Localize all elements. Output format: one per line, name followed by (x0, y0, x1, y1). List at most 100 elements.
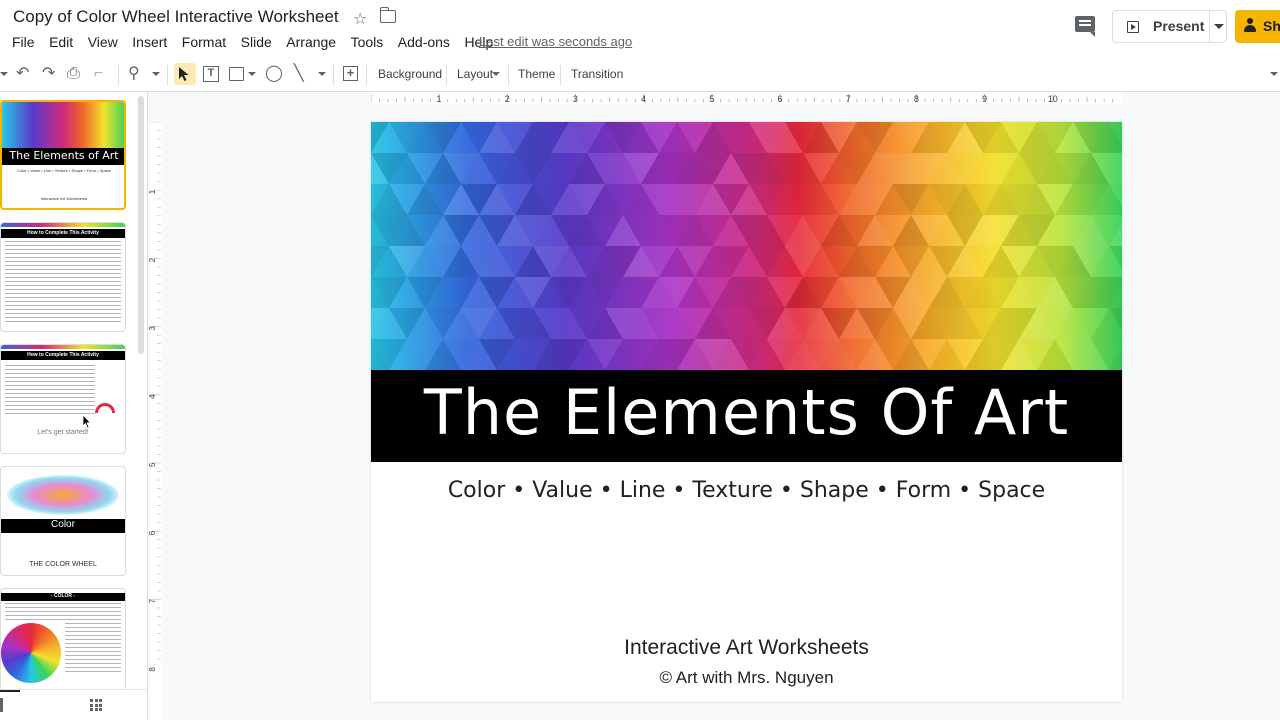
slide-footer-line-1[interactable]: Interactive Art Worksheets (371, 636, 1122, 660)
present-button[interactable]: Present (1112, 10, 1227, 43)
theme-button[interactable]: Theme (518, 67, 555, 81)
comment-history-icon[interactable] (1075, 16, 1095, 37)
background-button[interactable]: Background (378, 67, 442, 81)
toolbar-divider (366, 65, 367, 85)
toolbar-divider (560, 65, 561, 85)
image-icon[interactable] (229, 67, 244, 81)
slide-thumbnail-3[interactable]: How to Complete This Activity Let's get … (0, 344, 126, 454)
thumbnail-banner (1, 345, 125, 349)
menu-edit[interactable]: Edit (49, 34, 73, 50)
toolbar: ↶ ↷ ⎙ ⌐ ⚲ T ◯ ╲ + Background Layout Them… (0, 56, 1280, 92)
thumbnail-heading: How to Complete This Activity (27, 352, 99, 358)
menu-bar: File Edit View Insert Format Slide Arran… (12, 34, 508, 50)
toolbar-divider (333, 65, 334, 85)
filmstrip-footer (0, 689, 147, 720)
horizontal-ruler[interactable]: 1 2 3 4 5 6 7 8 9 10 (371, 92, 1122, 104)
mouse-cursor-icon (82, 414, 92, 434)
ruler-label: 1 (148, 189, 157, 194)
layout-button[interactable]: Layout (457, 67, 493, 81)
ruler-label: 7 (846, 94, 851, 104)
filmstrip-panel[interactable]: The Elements of Art Color • Value • Line… (0, 92, 148, 720)
text-box-icon[interactable]: T (203, 66, 219, 82)
person-icon (1244, 18, 1256, 33)
select-tool-icon[interactable] (174, 63, 196, 85)
menu-tools[interactable]: Tools (351, 34, 384, 50)
slide-canvas[interactable]: The Elements Of Art Color • Value • Line… (371, 122, 1122, 702)
thumbnail-title: The Elements of Art (9, 149, 119, 162)
filmstrip-scrollbar[interactable] (138, 96, 144, 354)
rainbow-icon (95, 403, 115, 413)
ruler-label: 9 (982, 94, 987, 104)
present-label: Present (1153, 18, 1205, 34)
thumbnail-heading-bar: How to Complete This Activity (1, 229, 125, 238)
slide-title[interactable]: The Elements Of Art (371, 376, 1122, 449)
title-bar-shape[interactable]: The Elements Of Art (371, 370, 1122, 462)
menu-view[interactable]: View (88, 34, 118, 50)
share-button[interactable]: Sh (1235, 10, 1280, 43)
ruler-label: 3 (148, 326, 157, 331)
line-chevron-down-icon[interactable] (318, 72, 326, 76)
menu-insert[interactable]: Insert (132, 34, 167, 50)
ruler-label: 4 (148, 394, 157, 399)
toolbar-collapse-chevron-icon[interactable] (1270, 72, 1278, 76)
thumbnail-caption: THE COLOR WHEEL (29, 561, 97, 568)
undo-icon[interactable]: ↶ (16, 65, 29, 83)
transition-button[interactable]: Transition (571, 67, 623, 81)
ruler-label: 2 (148, 257, 157, 262)
thumbnail-note: Let's get started! (37, 429, 89, 436)
thumbnail-text-lines (65, 623, 121, 673)
ruler-label: 6 (148, 530, 157, 535)
slide-thumbnail-1[interactable]: The Elements of Art Color • Value • Line… (0, 100, 126, 210)
thumbnail-text-lines (5, 365, 95, 415)
slide-thumbnail-4[interactable]: Color THE COLOR WHEEL (0, 466, 126, 576)
slide-subtitle[interactable]: Color • Value • Line • Texture • Shape •… (371, 478, 1122, 503)
slide-editor: 1 2 3 4 5 6 7 8 9 10 1 2 3 4 5 6 7 8 The Elements Of Art… (148, 92, 1280, 720)
ruler-label: 7 (148, 598, 157, 603)
slide-thumbnail-5[interactable]: - COLOR - (0, 588, 126, 698)
shape-icon[interactable]: ◯ (265, 65, 283, 83)
ruler-label: 3 (573, 94, 578, 104)
thumbnail-title: Color (51, 519, 75, 530)
last-edit-link[interactable]: Last edit was seconds ago (479, 34, 632, 49)
present-options-chevron-down-icon[interactable] (1214, 24, 1224, 29)
thumbnail-banner (1, 223, 125, 227)
paint-format-icon[interactable]: ⌐ (94, 65, 103, 83)
zoom-icon[interactable]: ⚲ (128, 65, 140, 83)
ruler-label: 10 (1048, 94, 1058, 104)
thumbnail-text-lines (5, 603, 121, 621)
zoom-chevron-down-icon[interactable] (152, 72, 160, 76)
print-icon[interactable]: ⎙ (67, 65, 80, 83)
slide-thumbnail-2[interactable]: How to Complete This Activity (0, 222, 126, 332)
menu-file[interactable]: File (12, 34, 35, 50)
thumbnail-heading: How to Complete This Activity (27, 230, 99, 236)
toolbar-overflow-chevron-icon[interactable] (0, 72, 8, 76)
toolbar-divider (446, 65, 447, 85)
menu-add-ons[interactable]: Add-ons (398, 34, 450, 50)
menu-slide[interactable]: Slide (241, 34, 272, 50)
redo-icon[interactable]: ↷ (42, 65, 55, 83)
menu-format[interactable]: Format (182, 34, 226, 50)
new-comment-icon[interactable]: + (343, 66, 358, 81)
thumbnail-heading-bar: How to Complete This Activity (1, 351, 125, 360)
watercolor-splash (7, 475, 119, 515)
ruler-label: 8 (148, 667, 157, 672)
rainbow-triangle-banner[interactable] (371, 122, 1122, 401)
image-chevron-down-icon[interactable] (248, 72, 256, 76)
present-icon (1127, 21, 1139, 33)
move-to-folder-icon[interactable] (380, 7, 396, 23)
toolbar-divider (508, 65, 509, 85)
ruler-label: 5 (148, 462, 157, 467)
vertical-ruler[interactable]: 1 2 3 4 5 6 7 8 (148, 122, 162, 720)
menu-arrange[interactable]: Arrange (286, 34, 336, 50)
thumbnail-title-bar: Color (1, 519, 125, 533)
ruler-label: 4 (641, 94, 646, 104)
filmstrip-view-icon[interactable] (0, 698, 3, 712)
star-icon[interactable]: ☆ (353, 9, 367, 29)
triangle-pattern (371, 122, 1122, 401)
line-icon[interactable]: ╲ (294, 65, 304, 83)
slide-footer-line-2[interactable]: © Art with Mrs. Nguyen (371, 668, 1122, 688)
share-label: Sh (1263, 18, 1280, 34)
grid-view-icon[interactable] (90, 699, 102, 711)
layout-chevron-down-icon[interactable] (492, 72, 500, 76)
document-title[interactable]: Copy of Color Wheel Interactive Workshee… (13, 7, 339, 27)
